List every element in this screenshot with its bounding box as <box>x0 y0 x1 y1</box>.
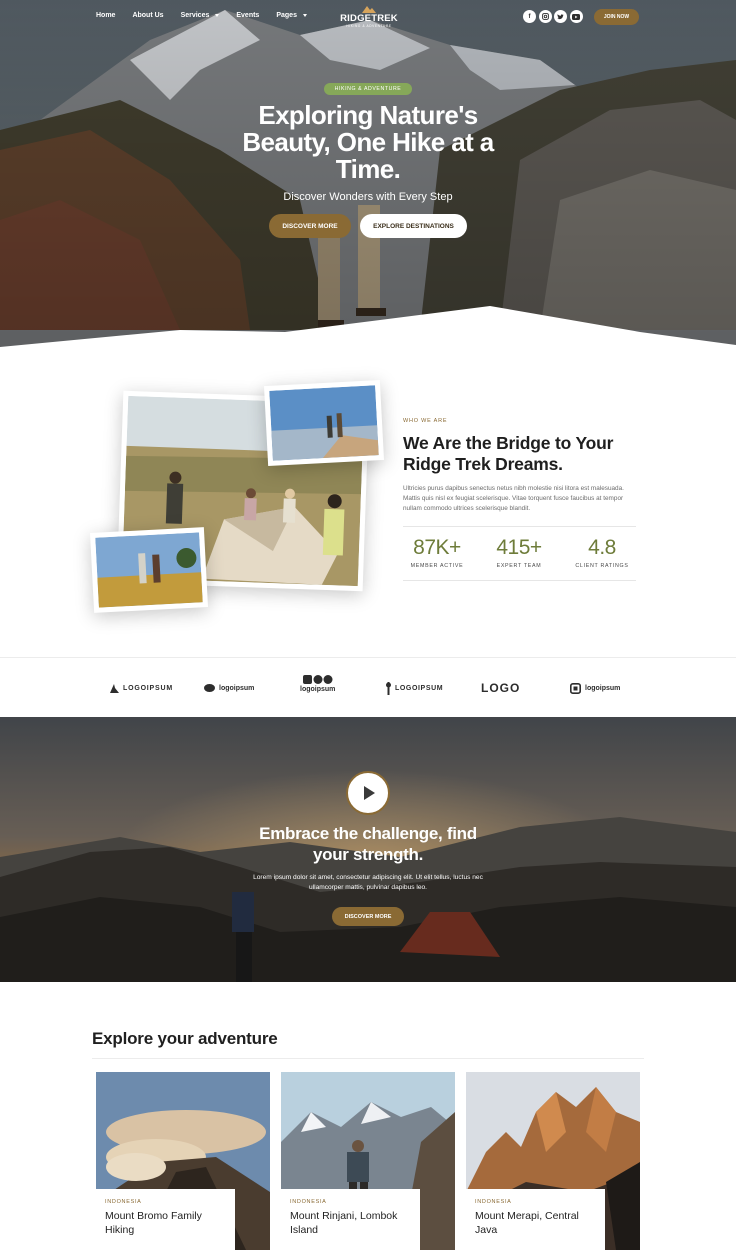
partner-logo: logoipsum <box>204 678 254 698</box>
nav-link-label: Events <box>236 12 260 19</box>
destination-card[interactable]: INDONESIA Mount Merapi, Central Java <box>466 1072 640 1250</box>
card-body: INDONESIA Mount Bromo Family Hiking <box>96 1189 235 1250</box>
nav-link-events[interactable]: Events <box>236 12 259 19</box>
logo-name: RIDGETREK <box>340 13 398 24</box>
hero-badge: HIKING & ADVENTURE <box>324 83 412 95</box>
chevron-down-icon <box>215 14 220 17</box>
challenge-discover-button[interactable]: DISCOVER MORE <box>332 907 404 926</box>
explore-destinations-button[interactable]: EXPLORE DESTINATIONS <box>360 214 467 238</box>
card-country: INDONESIA <box>290 1199 327 1205</box>
partner-logo-text: logoipsum <box>300 686 336 693</box>
play-icon <box>364 786 375 800</box>
partner-logo: logoipsum <box>300 675 335 695</box>
destination-card[interactable]: INDONESIA Mount Bromo Family Hiking <box>96 1072 270 1250</box>
nav-link-label: Home <box>96 12 116 19</box>
card-title: Mount Merapi, Central Java <box>475 1210 579 1236</box>
about-summit-photo <box>263 380 385 466</box>
hero-title: Exploring Nature's Beauty, One Hike at a… <box>242 100 494 184</box>
nav-link-services[interactable]: Services <box>181 12 220 19</box>
partner-logo: LOGO <box>481 678 520 698</box>
stat-team: 415+ EXPERT TEAM <box>480 536 558 569</box>
partner-logo-text: LOGOIPSUM <box>123 684 173 692</box>
join-now-button[interactable]: JOIN NOW <box>594 9 639 25</box>
stat-members: 87K+ MEMBER ACTIVE <box>398 536 476 569</box>
card-country: INDONESIA <box>105 1199 142 1205</box>
about-eyebrow: WHO WE ARE <box>403 418 448 424</box>
nav-link-label: Services <box>180 12 210 19</box>
stat-label: MEMBER ACTIVE <box>410 563 464 569</box>
stat-label: EXPERT TEAM <box>496 563 542 569</box>
challenge-text: Lorem ipsum dolor sit amet, consectetur … <box>253 874 483 891</box>
explore-title: Explore your adventure <box>92 1029 278 1048</box>
logo-tagline: HIKING & ADVENTURE <box>346 24 392 28</box>
stat-ratings: 4.8 CLIENT RATINGS <box>563 536 641 569</box>
challenge-section: Embrace the challenge, find your strengt… <box>0 717 736 982</box>
partner-logo-text: logoipsum <box>585 684 621 692</box>
nav-link-about[interactable]: About Us <box>132 12 163 19</box>
challenge-title: Embrace the challenge, find your strengt… <box>259 824 477 864</box>
nav-link-pages[interactable]: Pages <box>276 12 307 19</box>
stats-divider <box>403 526 636 527</box>
card-title: Mount Rinjani, Lombok Island <box>290 1210 398 1236</box>
about-meadow-photo <box>89 527 209 613</box>
partner-logo-text: LOGOIPSUM <box>395 684 444 692</box>
main-navigation: Home About Us Services Events Pages RIDG… <box>0 0 736 35</box>
about-section: WHO WE ARE We Are the Bridge to Your Rid… <box>0 345 736 655</box>
youtube-icon[interactable] <box>569 10 583 23</box>
partner-logo-text: logoipsum <box>219 684 255 692</box>
card-title: Mount Bromo Family Hiking <box>105 1210 202 1236</box>
hero-section: Home About Us Services Events Pages RIDG… <box>0 0 736 400</box>
social-links: f <box>523 10 583 23</box>
discover-more-button[interactable]: DISCOVER MORE <box>269 214 351 238</box>
destination-card[interactable]: INDONESIA Mount Rinjani, Lombok Island <box>281 1072 455 1250</box>
chevron-down-icon <box>302 14 307 17</box>
instagram-icon[interactable] <box>538 10 552 23</box>
explore-divider <box>92 1058 644 1059</box>
mountain-logo-icon <box>362 6 376 13</box>
partner-logos: LOGOIPSUM logoipsum logoipsum LOGOIPSUM … <box>0 657 736 717</box>
facebook-icon[interactable]: f <box>523 10 536 23</box>
play-video-button[interactable] <box>346 771 390 815</box>
stat-value: 415+ <box>496 536 542 559</box>
stat-label: CLIENT RATINGS <box>575 563 629 569</box>
partner-logo-text: LOGO <box>481 681 521 695</box>
partner-logo: LOGOIPSUM <box>386 678 443 698</box>
partner-logo: LOGOIPSUM <box>110 678 173 698</box>
nav-links: Home About Us Services Events Pages <box>96 12 324 19</box>
about-description: Ultricies purus dapibus senectus netus n… <box>403 485 624 512</box>
partner-logo: logoipsum <box>570 678 620 698</box>
stat-value: 87K+ <box>413 536 461 559</box>
nav-link-label: About Us <box>132 12 164 19</box>
about-title: We Are the Bridge to Your Ridge Trek Dre… <box>403 433 614 474</box>
hero-subtitle: Discover Wonders with Every Step <box>283 191 453 203</box>
twitter-icon[interactable] <box>554 10 567 23</box>
nav-link-home[interactable]: Home <box>96 12 115 19</box>
nav-link-label: Pages <box>276 12 297 19</box>
card-country: INDONESIA <box>475 1199 512 1205</box>
stat-value: 4.8 <box>588 536 616 559</box>
stats-divider <box>403 580 636 581</box>
card-body: INDONESIA Mount Merapi, Central Java <box>466 1189 605 1250</box>
card-body: INDONESIA Mount Rinjani, Lombok Island <box>281 1189 420 1250</box>
